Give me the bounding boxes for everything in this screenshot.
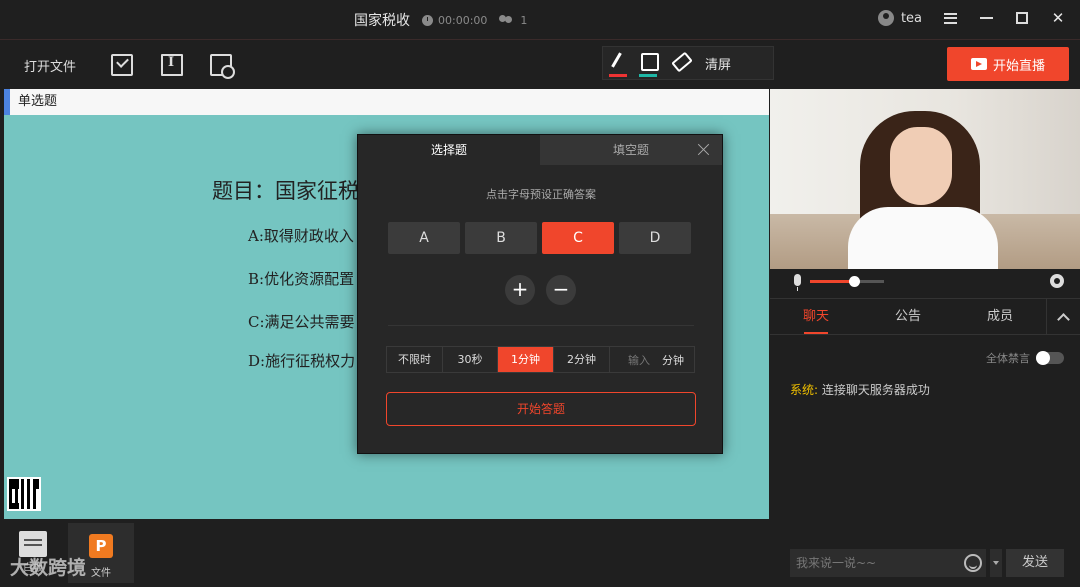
- collapse-chevron-icon[interactable]: [1046, 299, 1080, 335]
- minimize-icon: [979, 17, 993, 19]
- dialog-tabs: 选择题 填空题: [358, 135, 722, 165]
- timer-2min[interactable]: 2分钟: [554, 347, 610, 372]
- camera-icon: [970, 58, 987, 70]
- title-group: 国家税收 00:00:00 1: [354, 10, 527, 30]
- checkbox-icon[interactable]: [111, 54, 133, 76]
- tab-fill-blank[interactable]: 填空题: [540, 135, 722, 165]
- duration-text: 00:00:00: [438, 13, 488, 27]
- answer-d-button[interactable]: D: [619, 222, 691, 254]
- custom-timer-placeholder: 输入: [628, 353, 650, 367]
- media-controls: [770, 269, 1080, 297]
- question-title: 题目：国家征税: [212, 179, 359, 203]
- mute-all-label: 全体禁言: [986, 352, 1030, 365]
- text-box-icon[interactable]: [161, 54, 183, 76]
- close-icon: ✕: [1051, 9, 1065, 27]
- mute-all-row: 全体禁言: [986, 350, 1064, 366]
- clock-icon: [422, 14, 433, 26]
- app-window: 国家税收 00:00:00 1 tea ✕ 打开文件 I 清屏 开始直播 单选题…: [0, 0, 1080, 587]
- microphone-icon[interactable]: [794, 274, 801, 291]
- answer-a-button[interactable]: A: [388, 222, 460, 254]
- option-c: C:满足公共需要: [248, 313, 355, 331]
- timer-30s[interactable]: 30秒: [443, 347, 498, 372]
- answer-options: A B C D: [388, 222, 691, 254]
- open-file-button[interactable]: 打开文件: [24, 56, 76, 75]
- minimize-button[interactable]: [978, 10, 994, 26]
- chat-tabs: 聊天 公告 成员: [770, 299, 1080, 335]
- menu-button[interactable]: [942, 10, 958, 26]
- duration-meta: 00:00:00: [422, 14, 487, 27]
- teacher-video: [770, 89, 1080, 269]
- volume-fill: [810, 280, 855, 283]
- system-message: 系统: 连接聊天服务器成功: [790, 381, 930, 398]
- timer-unlimited[interactable]: 不限时: [387, 347, 443, 372]
- option-b: B:优化资源配置: [248, 270, 355, 288]
- toolbar: 打开文件 清屏 开始直播: [0, 40, 1080, 88]
- rectangle-icon[interactable]: [633, 46, 663, 80]
- remove-option-button[interactable]: −: [546, 275, 576, 305]
- tab-announcement[interactable]: 公告: [862, 299, 954, 334]
- chat-panel: 聊天 公告 成员 全体禁言 系统: 连接聊天服务器成功 发送: [770, 298, 1080, 587]
- video-person-body: [848, 207, 998, 269]
- emoji-icon[interactable]: [964, 554, 982, 572]
- video-person-face: [890, 127, 952, 205]
- ppt-icon: P: [89, 534, 113, 558]
- add-option-button[interactable]: +: [505, 275, 535, 305]
- title-bar: 国家税收 00:00:00 1 tea ✕: [0, 0, 1080, 40]
- timer-icon[interactable]: [210, 54, 235, 79]
- tab-choice[interactable]: 选择题: [358, 135, 540, 165]
- maximize-icon: [1016, 12, 1028, 24]
- clear-screen-button[interactable]: 清屏: [705, 54, 731, 73]
- username: tea: [900, 10, 922, 26]
- avatar: [877, 10, 894, 26]
- answer-hint: 点击字母预设正确答案: [486, 188, 596, 201]
- quiz-dialog: 选择题 填空题 点击字母预设正确答案 A B C D + − 不限时 30秒 1…: [357, 134, 723, 454]
- timer-1min[interactable]: 1分钟: [498, 347, 554, 372]
- close-window-button[interactable]: ✕: [1050, 9, 1066, 27]
- webcam-icon[interactable]: [1050, 274, 1064, 288]
- answer-b-button[interactable]: B: [465, 222, 537, 254]
- send-options-dropdown[interactable]: [990, 549, 1002, 577]
- user-menu[interactable]: tea: [877, 10, 922, 26]
- divider: [388, 325, 694, 326]
- custom-timer-field[interactable]: 输入 分钟: [610, 347, 694, 372]
- tab-chat[interactable]: 聊天: [770, 299, 862, 334]
- chat-input[interactable]: [790, 549, 986, 577]
- volume-handle[interactable]: [849, 276, 861, 287]
- option-d: D:施行征税权力: [248, 352, 356, 370]
- maximize-button[interactable]: [1014, 10, 1030, 26]
- watermark: 大数跨境: [10, 557, 87, 579]
- drawing-tools: 清屏: [602, 46, 774, 80]
- dialog-close-icon[interactable]: [698, 143, 710, 155]
- timer-options: 不限时 30秒 1分钟 2分钟 输入 分钟: [386, 346, 695, 373]
- option-a: A:取得财政收入: [248, 227, 354, 245]
- tab-members[interactable]: 成员: [954, 299, 1046, 334]
- slide-header: 单选题: [4, 89, 769, 115]
- go-live-button[interactable]: 开始直播: [947, 47, 1069, 81]
- eraser-icon[interactable]: [663, 46, 693, 80]
- go-live-label: 开始直播: [992, 58, 1045, 74]
- custom-timer-unit: 分钟: [662, 353, 684, 367]
- title-actions: tea ✕: [877, 9, 1066, 27]
- thumbnail-bar: 白板 P 文件: [0, 519, 770, 587]
- qr-code-icon: [7, 477, 41, 511]
- menu-icon: [943, 12, 957, 24]
- brush-icon[interactable]: [603, 46, 633, 80]
- answer-c-button[interactable]: C: [542, 222, 614, 254]
- send-button[interactable]: 发送: [1006, 549, 1064, 577]
- system-label: 系统:: [790, 383, 819, 397]
- viewer-count: 1: [520, 13, 528, 27]
- viewer-meta: 1: [499, 14, 527, 27]
- system-message-text: 连接聊天服务器成功: [821, 383, 930, 397]
- start-quiz-button[interactable]: 开始答题: [386, 392, 696, 426]
- mute-all-toggle[interactable]: [1036, 351, 1064, 365]
- volume-slider[interactable]: [810, 276, 884, 287]
- people-icon: [499, 14, 515, 26]
- window-title: 国家税收: [354, 13, 410, 29]
